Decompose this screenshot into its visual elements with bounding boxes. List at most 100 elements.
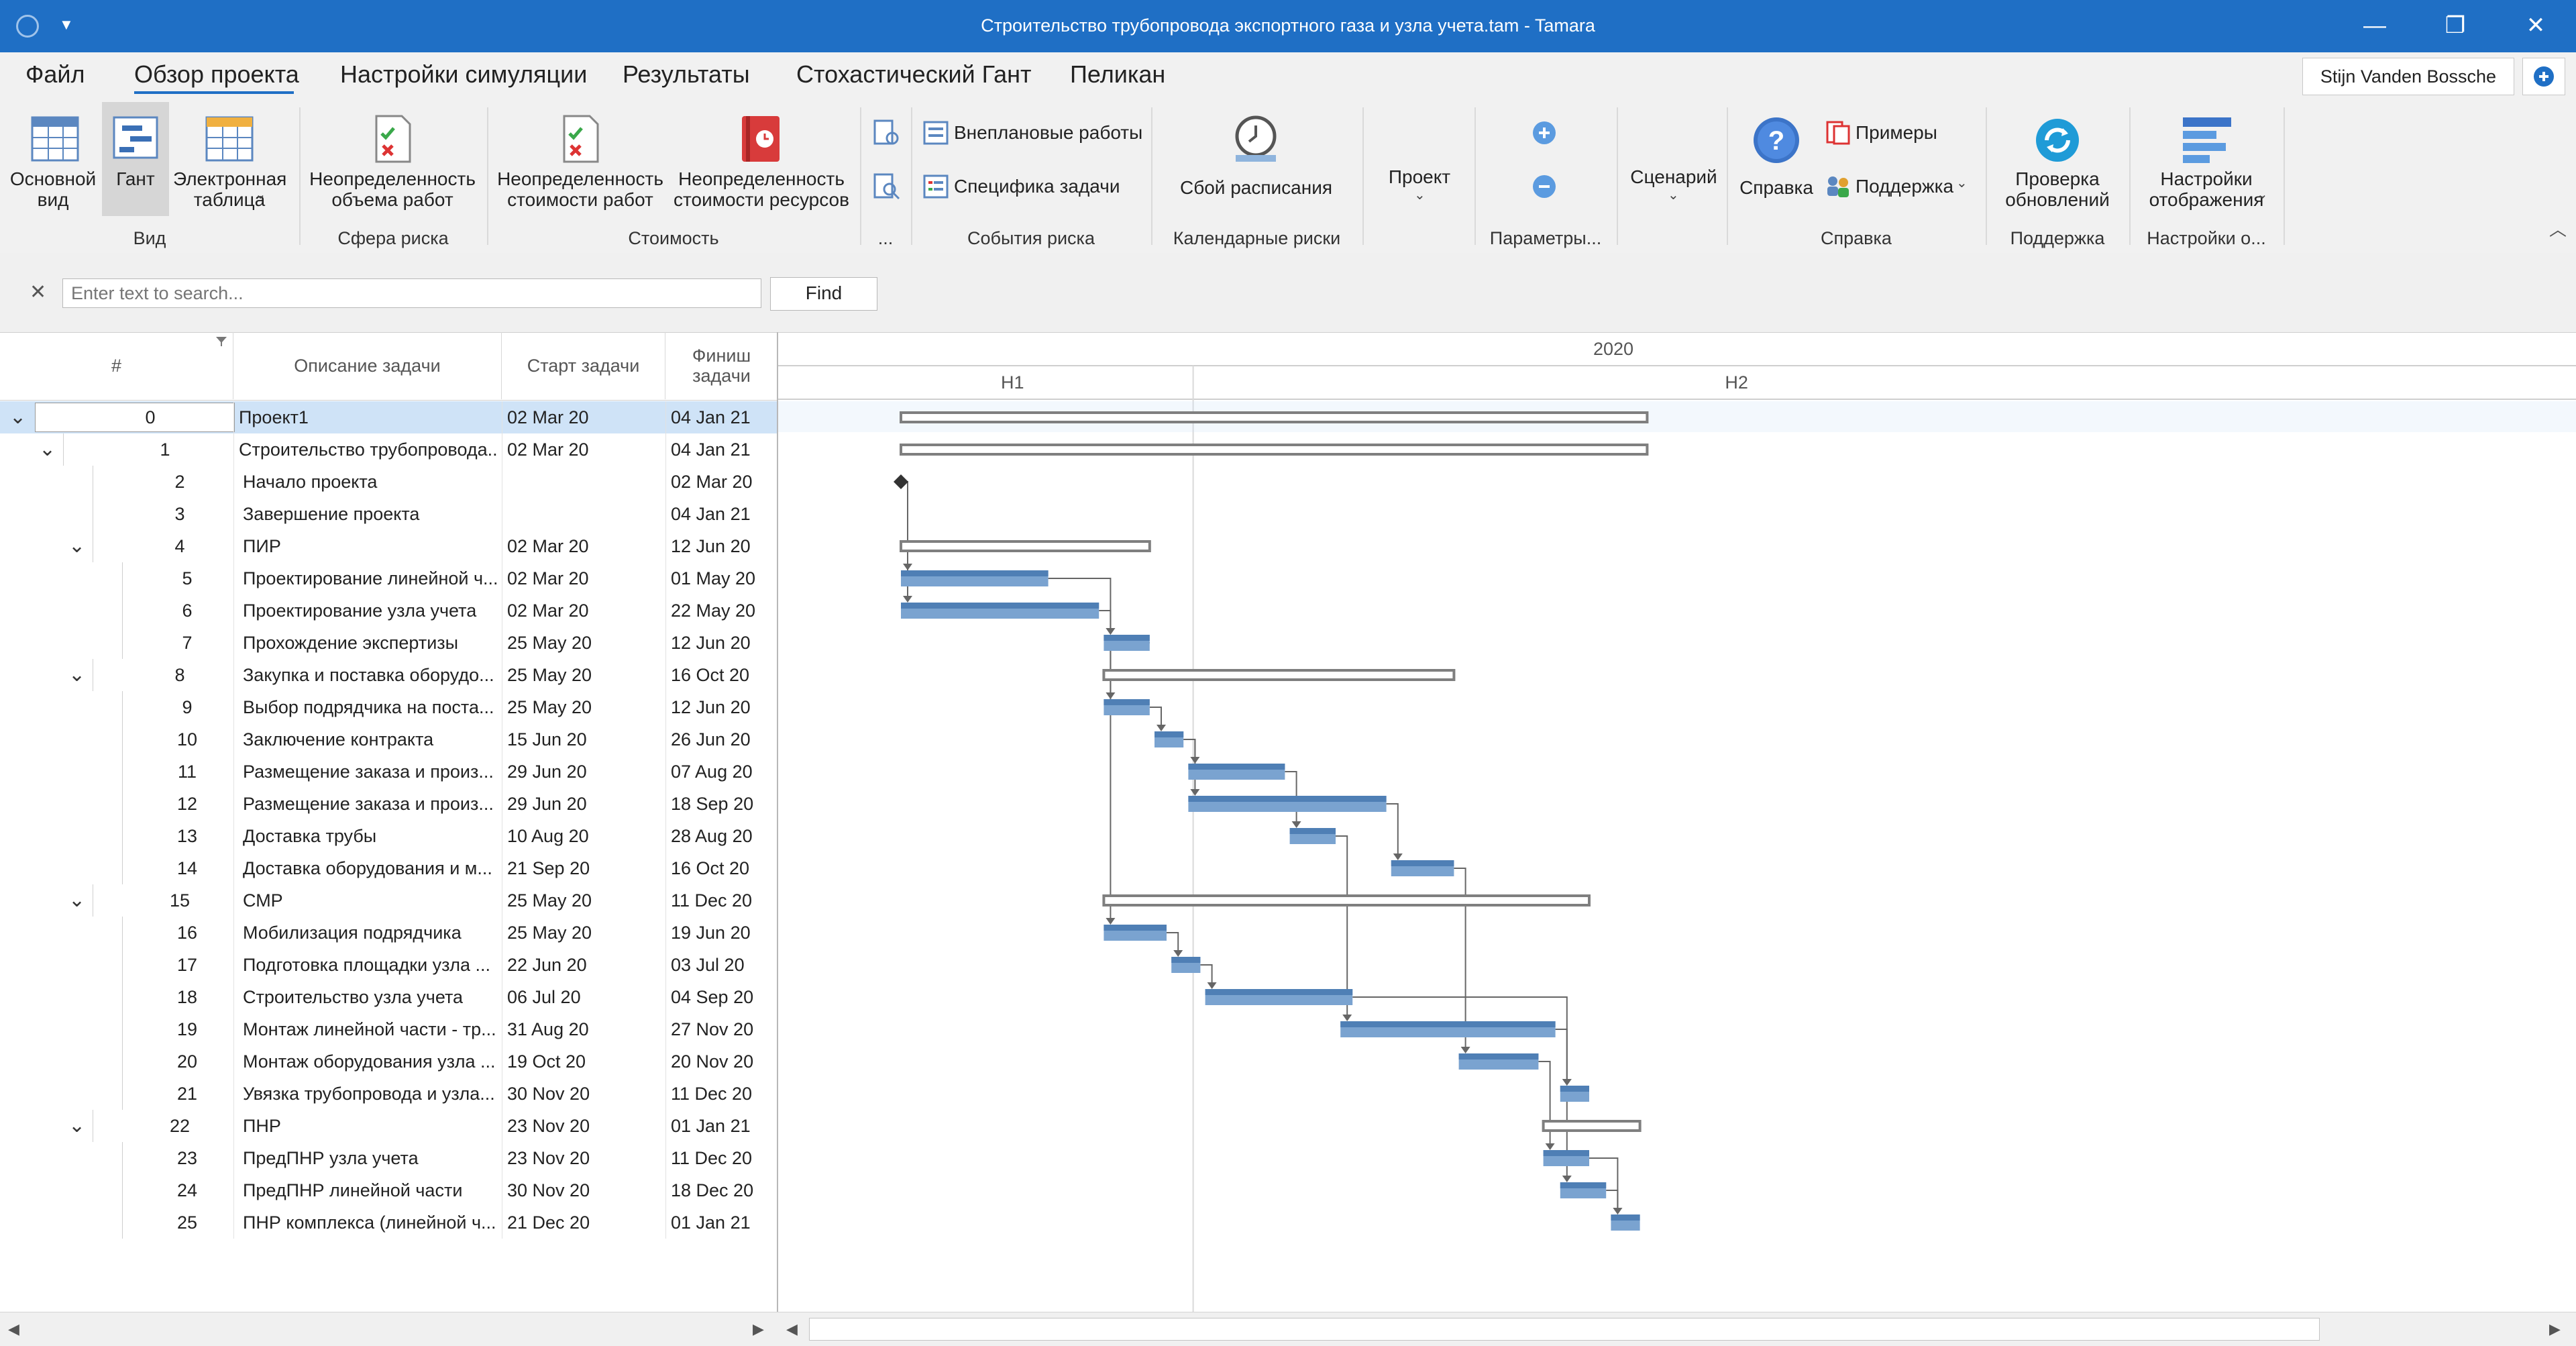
task-description[interactable]: Размещение заказа и произ... bbox=[243, 756, 500, 788]
task-start[interactable]: 15 Jun 20 bbox=[507, 723, 587, 756]
task-finish[interactable]: 04 Jan 21 bbox=[671, 433, 751, 466]
expand-chevron-icon[interactable]: ⌄ bbox=[68, 530, 85, 562]
table-row[interactable]: ⌄ 15 СМР 25 May 20 11 Dec 20 bbox=[0, 884, 778, 917]
zoom-in-button[interactable] bbox=[1528, 118, 1560, 148]
table-row[interactable]: 20 Монтаж оборудования узла ... 19 Oct 20 2… bbox=[0, 1045, 778, 1078]
user-account-button[interactable]: Stijn Vanden Bossche bbox=[2302, 58, 2514, 95]
table-row[interactable]: 14 Доставка оборудования и м... 21 Sep 20 1… bbox=[0, 852, 778, 884]
task-finish[interactable]: 12 Jun 20 bbox=[671, 691, 751, 723]
table-row[interactable]: 3 Завершение проекта 04 Jan 21 bbox=[0, 498, 778, 530]
support-dropdown[interactable]: Поддержка ⌄ bbox=[1825, 172, 1972, 201]
filter-icon[interactable] bbox=[215, 335, 228, 348]
task-finish[interactable]: 28 Aug 20 bbox=[671, 820, 753, 852]
task-description[interactable]: Проектирование узла учета bbox=[243, 594, 500, 627]
table-row[interactable]: 5 Проектирование линейной ч... 02 Mar 20 01… bbox=[0, 562, 778, 594]
task-start[interactable]: 30 Nov 20 bbox=[507, 1174, 590, 1206]
spreadsheet-button[interactable]: Электронная таблица ⌄ bbox=[173, 111, 286, 225]
table-row[interactable]: 12 Размещение заказа и произ... 29 Jun 20 1… bbox=[0, 788, 778, 820]
task-finish[interactable]: 18 Dec 20 bbox=[671, 1174, 753, 1206]
menu-pelican[interactable]: Пеликан bbox=[1070, 60, 1165, 89]
table-row[interactable]: ⌄ 1 Строительство трубопровода... 02 Mar 20… bbox=[0, 433, 778, 466]
find-button[interactable]: Find bbox=[770, 277, 877, 311]
table-row[interactable]: 2 Начало проекта 02 Mar 20 bbox=[0, 466, 778, 498]
table-row[interactable]: 11 Размещение заказа и произ... 29 Jun 20 0… bbox=[0, 756, 778, 788]
gantt-view-button[interactable]: Гант bbox=[102, 102, 169, 216]
risk-tool-button-2[interactable] bbox=[869, 172, 902, 201]
task-start[interactable]: 02 Mar 20 bbox=[507, 530, 589, 562]
task-finish[interactable]: 07 Aug 20 bbox=[671, 756, 753, 788]
menu-results[interactable]: Результаты bbox=[623, 60, 750, 89]
task-finish[interactable]: 03 Jul 20 bbox=[671, 949, 745, 981]
add-button[interactable] bbox=[2522, 58, 2565, 95]
task-description[interactable]: ПНР комплекса (линейной ч... bbox=[243, 1206, 500, 1239]
task-finish[interactable]: 04 Jan 21 bbox=[671, 498, 751, 530]
task-finish[interactable]: 01 Jan 21 bbox=[671, 1110, 751, 1142]
task-finish[interactable]: 22 May 20 bbox=[671, 594, 755, 627]
task-finish[interactable]: 11 Dec 20 bbox=[671, 884, 752, 917]
task-description[interactable]: Проектирование линейной ч... bbox=[243, 562, 500, 594]
task-finish[interactable]: 04 Sep 20 bbox=[671, 981, 753, 1013]
task-start[interactable]: 21 Dec 20 bbox=[507, 1206, 590, 1239]
task-description[interactable]: Выбор подрядчика на поста... bbox=[243, 691, 500, 723]
work-uncertainty-button[interactable]: Неопределенность объема работ bbox=[309, 111, 476, 225]
check-updates-button[interactable]: Проверка обновлений bbox=[1994, 111, 2121, 225]
table-row[interactable]: 25 ПНР комплекса (линейной ч... 21 Dec 20 0… bbox=[0, 1206, 778, 1239]
table-row[interactable]: ⌄ 0 Проект1 02 Mar 20 04 Jan 21 bbox=[0, 401, 778, 433]
task-finish[interactable]: 11 Dec 20 bbox=[671, 1142, 752, 1174]
task-start[interactable]: 25 May 20 bbox=[507, 917, 592, 949]
table-row[interactable]: ⌄ 4 ПИР 02 Mar 20 12 Jun 20 bbox=[0, 530, 778, 562]
minimize-button[interactable]: — bbox=[2334, 0, 2415, 52]
scroll-right-icon[interactable]: ▶ bbox=[753, 1321, 764, 1338]
menu-simulation-settings[interactable]: Настройки симуляции bbox=[340, 60, 587, 89]
task-start[interactable]: 02 Mar 20 bbox=[507, 433, 589, 466]
scenario-dropdown[interactable]: Сценарий ⌄ bbox=[1623, 161, 1724, 215]
task-start[interactable]: 25 May 20 bbox=[507, 627, 592, 659]
summary-bar[interactable] bbox=[1542, 1120, 1642, 1132]
restore-button[interactable]: ❐ bbox=[2415, 0, 2496, 52]
task-description[interactable]: Доставка трубы bbox=[243, 820, 500, 852]
summary-bar[interactable] bbox=[900, 540, 1151, 552]
task-description[interactable]: Строительство трубопровода... bbox=[239, 433, 496, 466]
task-finish[interactable]: 16 Oct 20 bbox=[671, 852, 749, 884]
project-dropdown[interactable]: Проект ⌄ bbox=[1373, 161, 1466, 215]
column-header-finish[interactable]: Финиш задачи bbox=[665, 332, 778, 399]
task-start[interactable]: 29 Jun 20 bbox=[507, 756, 587, 788]
task-start[interactable]: 19 Oct 20 bbox=[507, 1045, 586, 1078]
table-row[interactable]: 7 Прохождение экспертизы 25 May 20 12 Jun 2… bbox=[0, 627, 778, 659]
summary-bar[interactable] bbox=[1102, 894, 1591, 907]
task-start[interactable]: 31 Aug 20 bbox=[507, 1013, 589, 1045]
search-input[interactable] bbox=[62, 278, 761, 308]
task-description[interactable]: Заключение контракта bbox=[243, 723, 500, 756]
task-start[interactable]: 30 Nov 20 bbox=[507, 1078, 590, 1110]
task-description[interactable]: Строительство узла учета bbox=[243, 981, 500, 1013]
milestone[interactable] bbox=[894, 474, 908, 489]
scroll-left-icon[interactable]: ◀ bbox=[8, 1321, 19, 1338]
examples-button[interactable]: Примеры bbox=[1825, 118, 1959, 148]
task-description[interactable]: ПредПНР линейной части bbox=[243, 1174, 500, 1206]
resource-uncertainty-button[interactable]: Неопределенность стоимости ресурсов bbox=[671, 111, 852, 225]
task-finish[interactable]: 01 May 20 bbox=[671, 562, 755, 594]
expand-chevron-icon[interactable]: ⌄ bbox=[39, 433, 56, 466]
task-start[interactable]: 02 Mar 20 bbox=[507, 562, 589, 594]
task-finish[interactable]: 12 Jun 20 bbox=[671, 627, 751, 659]
collapse-ribbon-icon[interactable]: ︿ bbox=[2549, 216, 2567, 241]
unplanned-works-button[interactable]: Внеплановые работы bbox=[923, 118, 1144, 148]
task-start[interactable]: 10 Aug 20 bbox=[507, 820, 589, 852]
task-specifics-button[interactable]: Специфика задачи bbox=[923, 172, 1144, 201]
column-header-number[interactable]: # bbox=[0, 332, 233, 399]
column-header-start[interactable]: Старт задачи bbox=[502, 332, 665, 399]
task-finish[interactable]: 12 Jun 20 bbox=[671, 530, 751, 562]
table-row[interactable]: ⌄ 8 Закупка и поставка оборудо... 25 May 20… bbox=[0, 659, 778, 691]
scroll-left-icon[interactable]: ◀ bbox=[786, 1321, 798, 1338]
close-button[interactable]: ✕ bbox=[2496, 0, 2576, 52]
task-description[interactable]: Завершение проекта bbox=[243, 498, 500, 530]
task-start[interactable]: 02 Mar 20 bbox=[507, 401, 589, 433]
task-description[interactable]: ПИР bbox=[243, 530, 500, 562]
help-button[interactable]: ? Справка bbox=[1735, 111, 1818, 225]
expand-chevron-icon[interactable]: ⌄ bbox=[68, 1110, 85, 1142]
task-description[interactable]: Начало проекта bbox=[243, 466, 500, 498]
task-start[interactable]: 23 Nov 20 bbox=[507, 1110, 590, 1142]
task-start[interactable]: 25 May 20 bbox=[507, 659, 592, 691]
zoom-out-button[interactable] bbox=[1528, 172, 1560, 201]
table-row[interactable]: 10 Заключение контракта 15 Jun 20 26 Jun 20 bbox=[0, 723, 778, 756]
